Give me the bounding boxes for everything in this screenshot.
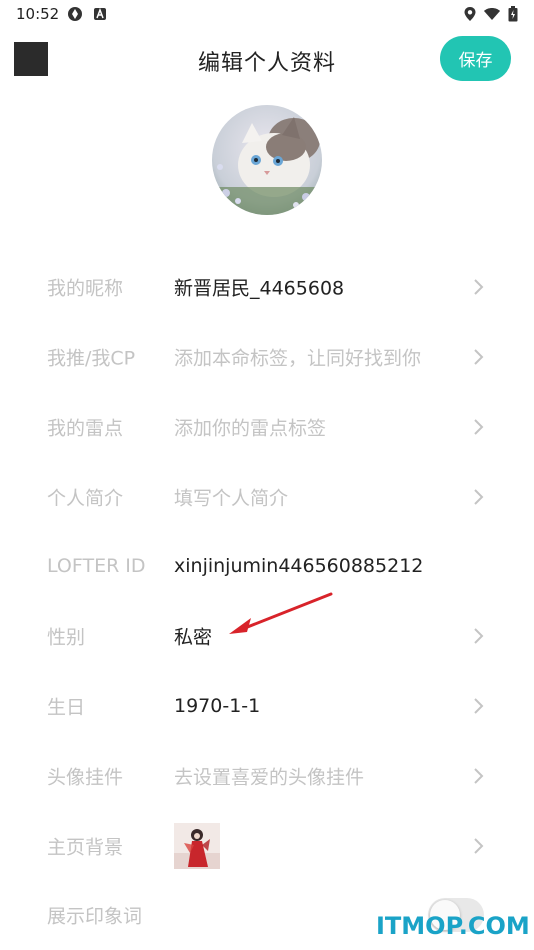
row-label: 头像挂件 xyxy=(47,766,124,789)
wifi-icon xyxy=(484,6,500,22)
row-dislikes[interactable]: 我的雷点 添加你的雷点标签 xyxy=(0,392,534,462)
watermark: ITMOP.COM xyxy=(376,912,530,940)
row-home-background[interactable]: 主页背景 xyxy=(0,811,534,881)
chevron-right-icon xyxy=(474,349,484,365)
my-cp-placeholder: 添加本命标签，让同好找到你 xyxy=(174,347,422,370)
chevron-right-icon xyxy=(474,628,484,644)
a-badge-icon xyxy=(92,6,108,22)
save-button[interactable]: 保存 xyxy=(440,36,511,81)
chevron-right-icon xyxy=(474,698,484,714)
chevron-right-icon xyxy=(474,279,484,295)
row-bio[interactable]: 个人简介 填写个人简介 xyxy=(0,462,534,532)
row-label: 我的雷点 xyxy=(47,417,124,440)
gender-value: 私密 xyxy=(174,626,213,649)
row-label: 我推/我CP xyxy=(47,347,136,370)
chevron-right-icon xyxy=(474,768,484,784)
dislikes-placeholder: 添加你的雷点标签 xyxy=(174,417,327,440)
bio-placeholder: 填写个人简介 xyxy=(174,487,289,510)
row-birthday[interactable]: 生日 1970-1-1 xyxy=(0,671,534,741)
row-label: 主页背景 xyxy=(47,836,124,859)
row-label: 性别 xyxy=(47,626,86,649)
avatar[interactable] xyxy=(212,105,322,215)
nickname-value: 新晋居民_4465608 xyxy=(174,277,345,300)
row-label: 展示印象词 xyxy=(47,905,143,928)
row-label: LOFTER ID xyxy=(47,555,146,577)
lofter-id-value: xinjinjumin446560885212 xyxy=(174,555,424,577)
avatar-frame-placeholder: 去设置喜爱的头像挂件 xyxy=(174,766,365,789)
sync-icon xyxy=(67,6,83,22)
row-nickname[interactable]: 我的昵称 新晋居民_4465608 xyxy=(0,252,534,322)
red-arrow-annotation xyxy=(229,592,333,634)
birthday-value: 1970-1-1 xyxy=(174,695,261,717)
row-my-cp[interactable]: 我推/我CP 添加本命标签，让同好找到你 xyxy=(0,322,534,392)
status-time: 10:52 xyxy=(16,5,60,23)
background-thumbnail xyxy=(174,823,220,869)
row-label: 个人简介 xyxy=(47,487,124,510)
row-label: 我的昵称 xyxy=(47,277,124,300)
chevron-right-icon xyxy=(474,489,484,505)
chevron-right-icon xyxy=(474,838,484,854)
row-avatar-frame[interactable]: 头像挂件 去设置喜爱的头像挂件 xyxy=(0,741,534,811)
location-icon xyxy=(462,6,478,22)
row-label: 生日 xyxy=(47,696,86,719)
status-bar: 10:52 xyxy=(0,0,534,28)
battery-icon xyxy=(505,6,521,22)
header: 编辑个人资料 保存 xyxy=(0,28,534,90)
chevron-right-icon xyxy=(474,419,484,435)
